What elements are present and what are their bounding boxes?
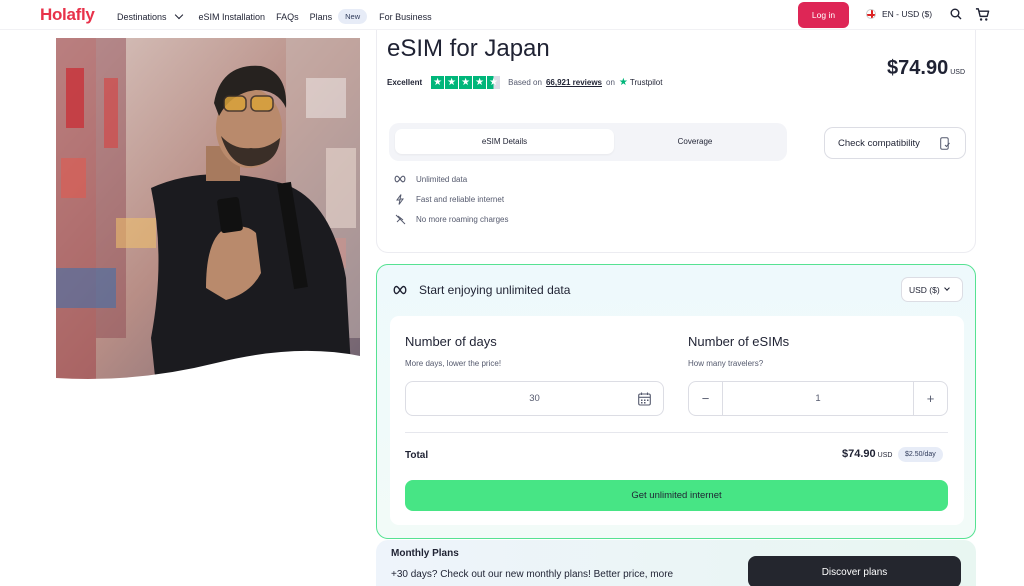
rating-stars: ★ ★ ★ ★ ★ — [431, 76, 501, 89]
price-currency: USD — [950, 69, 965, 76]
trustpilot-logo: Trustpilot — [629, 78, 663, 87]
calendar-icon — [638, 392, 651, 406]
monthly-plans-description: +30 days? Check out our new monthly plan… — [391, 569, 674, 580]
discover-plans-button[interactable]: Discover plans — [748, 556, 961, 586]
star-icon: ★ — [459, 76, 473, 89]
nav-esim-installation-label: eSIM Installation — [198, 11, 266, 22]
price-value: $74.90 — [887, 57, 949, 79]
nav-faqs-label: FAQs — [276, 11, 299, 22]
phone-check-icon — [940, 137, 950, 150]
search-icon[interactable] — [950, 8, 962, 20]
login-button[interactable]: Log in — [798, 2, 849, 28]
per-day-badge: $2.50/day — [898, 447, 943, 462]
nav-esim-installation[interactable]: eSIM Installation — [199, 12, 266, 22]
divider — [405, 432, 948, 433]
cart-icon[interactable] — [975, 7, 990, 22]
esims-subtitle: How many travelers? — [688, 359, 764, 368]
page-title: eSIM for Japan — [387, 35, 550, 62]
feature-label: No more roaming charges — [416, 214, 509, 224]
star-icon: ★ — [431, 76, 445, 89]
product-price: $74.90 USD — [887, 57, 965, 80]
nav-destinations-label: Destinations — [117, 11, 167, 22]
days-title: Number of days — [405, 334, 497, 349]
feature-label: Fast and reliable internet — [416, 194, 505, 204]
days-select[interactable]: 30 — [405, 381, 664, 416]
half-star-icon: ★ — [487, 76, 501, 89]
uk-flag-icon — [866, 9, 876, 19]
no-roaming-icon — [394, 213, 406, 225]
top-navbar: Holafly Destinations eSIM Installation F… — [0, 0, 1024, 30]
nav-for-business-label: For Business — [379, 11, 432, 22]
plan-heading-text: Start enjoying unlimited data — [419, 283, 571, 297]
check-compatibility-label: Check compatibility — [838, 137, 920, 149]
nav-plans-label: Plans — [309, 11, 333, 22]
feature-unlimited-data: Unlimited data — [394, 173, 467, 185]
chevron-down-icon — [174, 10, 183, 19]
language-label: EN - USD ($) — [882, 9, 933, 19]
get-unlimited-internet-button[interactable]: Get unlimited internet — [405, 480, 948, 511]
new-badge: New — [338, 9, 368, 24]
feature-label: Unlimited data — [416, 174, 468, 184]
total-label: Total — [405, 450, 429, 461]
trustpilot-rating: Excellent ★ ★ ★ ★ ★ Based on 66,921 revi… — [387, 76, 662, 89]
bolt-icon — [394, 193, 406, 205]
monthly-plans-title: Monthly Plans — [391, 548, 459, 559]
reviews-link[interactable]: 66,921 reviews — [546, 78, 602, 87]
nav-plans[interactable]: Plans — [310, 12, 333, 22]
tab-coverage[interactable]: Coverage — [645, 129, 745, 154]
decrement-button[interactable]: − — [689, 382, 723, 415]
tab-esim-details[interactable]: eSIM Details — [395, 129, 614, 154]
plan-heading: Start enjoying unlimited data — [393, 283, 570, 297]
nav-faqs[interactable]: FAQs — [276, 12, 299, 22]
rating-word: Excellent — [387, 78, 423, 87]
hero-image-traveler — [56, 38, 360, 386]
currency-select-value: USD ($) — [909, 284, 940, 295]
on-label: on — [606, 78, 615, 87]
total-price: $74.90 USD — [842, 448, 892, 460]
plan-selector-card: Start enjoying unlimited data USD ($) Nu… — [376, 264, 976, 539]
plan-options: Number of days More days, lower the pric… — [390, 316, 964, 525]
total-price-currency: USD — [877, 452, 893, 459]
star-icon: ★ — [473, 76, 487, 89]
esims-stepper: − 1 + — [688, 381, 948, 416]
nav-for-business[interactable]: For Business — [379, 12, 432, 22]
check-compatibility-button[interactable]: Check compatibility — [824, 127, 966, 159]
esims-title: Number of eSIMs — [688, 334, 790, 349]
product-card: eSIM for Japan Excellent ★ ★ ★ ★ ★ Based… — [376, 30, 976, 253]
infinity-icon — [393, 285, 407, 295]
days-value: 30 — [529, 393, 540, 404]
chevron-down-icon — [943, 285, 950, 291]
details-tabs: eSIM Details Coverage — [389, 123, 787, 161]
esims-value[interactable]: 1 — [723, 382, 913, 415]
total-price-value: $74.90 — [842, 448, 876, 460]
nav-destinations[interactable]: Destinations — [117, 10, 183, 22]
days-subtitle: More days, lower the price! — [405, 359, 502, 368]
monthly-plans-banner: Monthly Plans +30 days? Check out our ne… — [376, 540, 976, 586]
main-nav: Destinations eSIM Installation FAQs Plan… — [117, 9, 443, 24]
trustpilot-star-icon: ★ — [618, 77, 628, 88]
feature-no-roaming: No more roaming charges — [394, 213, 508, 225]
feature-fast-internet: Fast and reliable internet — [394, 193, 504, 205]
star-icon: ★ — [445, 76, 459, 89]
holafly-logo[interactable]: Holafly — [40, 5, 95, 25]
infinity-icon — [394, 173, 406, 185]
currency-select[interactable]: USD ($) — [901, 277, 963, 302]
language-currency-selector[interactable]: EN - USD ($) — [866, 9, 932, 19]
increment-button[interactable]: + — [913, 382, 947, 415]
based-on-label: Based on — [508, 78, 542, 87]
